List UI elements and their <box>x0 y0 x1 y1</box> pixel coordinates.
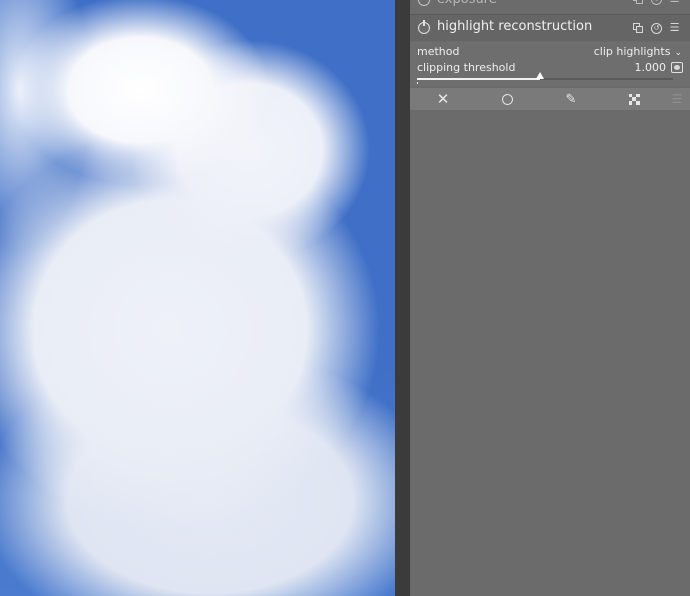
drawn-mask-icon[interactable]: ✎ <box>562 90 580 108</box>
module-title: exposure <box>437 0 497 7</box>
module-title: highlight reconstruction <box>437 19 593 34</box>
blend-off-icon[interactable]: ✕ <box>434 90 452 108</box>
threshold-label: clipping threshold <box>417 61 516 74</box>
blend-menu-icon[interactable]: ☰ <box>668 90 686 108</box>
image-canvas[interactable] <box>0 0 395 596</box>
slider-track[interactable] <box>417 72 673 80</box>
power-icon[interactable] <box>418 0 430 6</box>
module-body: method clip highlights ⌄ clipping thresho… <box>410 42 690 86</box>
color-picker-icon[interactable] <box>671 62 683 73</box>
method-value: clip highlights <box>593 45 671 58</box>
threshold-value: 1.000 <box>634 61 667 74</box>
reset-icon[interactable]: ↺ <box>651 23 662 34</box>
chevron-down-icon: ⌄ <box>674 48 682 58</box>
power-icon[interactable] <box>418 20 430 34</box>
panel-divider <box>395 0 410 596</box>
blend-toolbar: ✕ ✎ ☰ <box>410 88 690 110</box>
presets-menu-icon[interactable]: ☰ <box>669 0 680 5</box>
multi-instance-icon[interactable] <box>633 23 644 34</box>
exposure-module-header[interactable]: exposure ↺ ☰ <box>410 0 690 12</box>
multi-instance-icon[interactable] <box>633 0 644 5</box>
method-label: method <box>417 45 460 58</box>
highlight-reconstruction-header[interactable]: highlight reconstruction ↺ ☰ <box>410 14 690 41</box>
slider-marker[interactable] <box>535 72 544 79</box>
uniform-blend-icon[interactable] <box>498 90 516 108</box>
right-panel: exposure ↺ ☰ highlight reconstruction ↺ … <box>410 0 690 596</box>
reset-icon[interactable]: ↺ <box>651 0 662 5</box>
slider-fill <box>417 78 540 80</box>
parametric-mask-icon[interactable] <box>625 90 643 108</box>
presets-menu-icon[interactable]: ☰ <box>669 22 680 34</box>
slider-zero-tick <box>417 82 418 84</box>
